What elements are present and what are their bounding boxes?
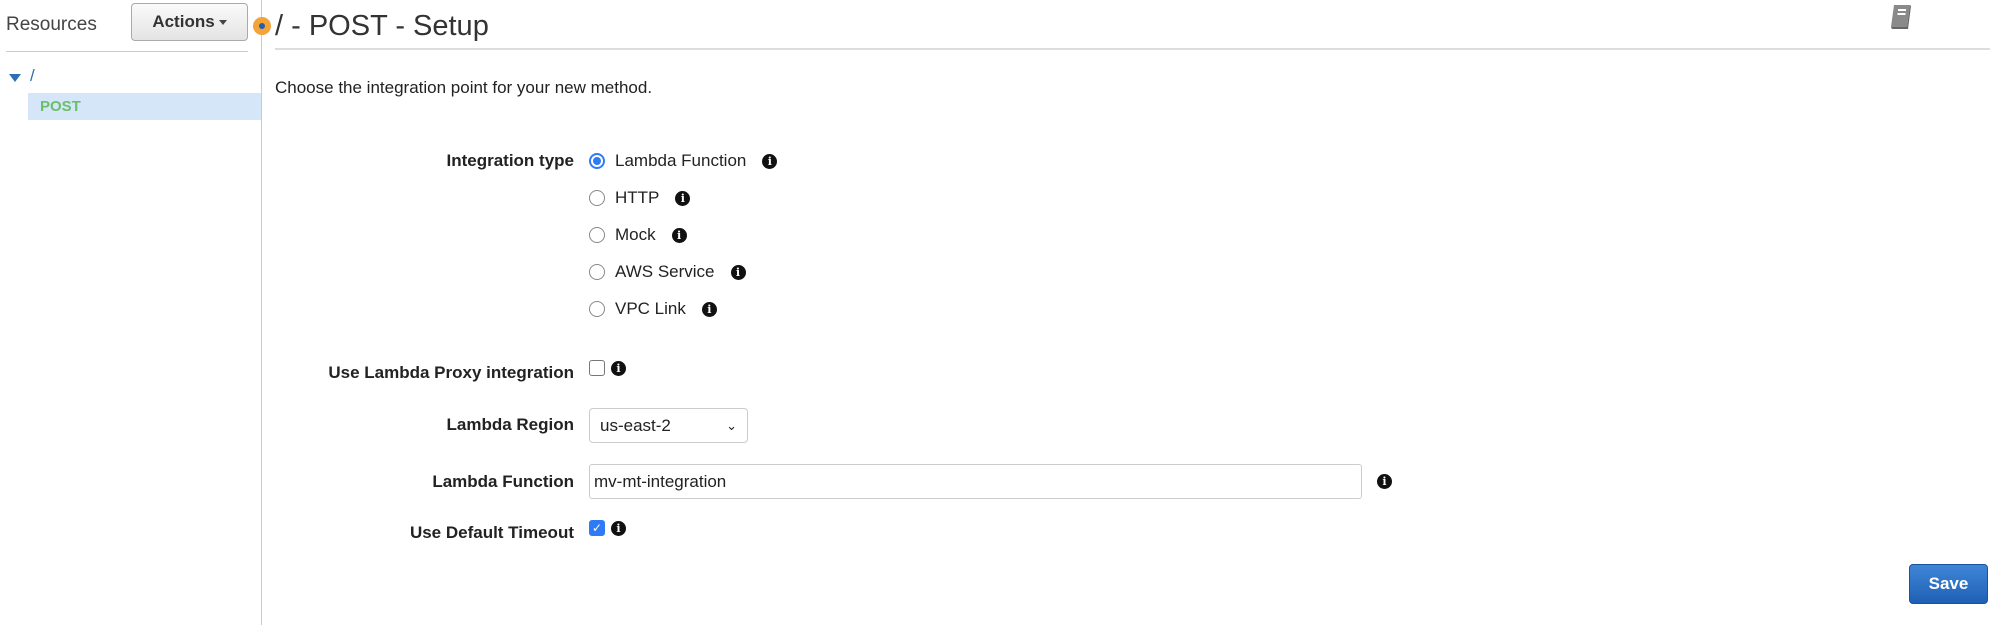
chevron-down-icon: ⌄ [726, 417, 737, 433]
function-label: Lambda Function [432, 472, 574, 491]
tree-item-root[interactable]: / [30, 66, 35, 86]
info-icon[interactable]: i [671, 227, 687, 243]
proxy-checkbox[interactable] [589, 360, 605, 376]
input-value: mv-mt-integration [594, 471, 727, 491]
radio-button[interactable] [589, 301, 605, 317]
radio-button[interactable] [589, 190, 605, 206]
radio-aws-service[interactable]: AWS Service i [589, 262, 746, 282]
divider [6, 51, 248, 52]
panel-resize-handle[interactable] [261, 0, 262, 625]
region-select[interactable]: us-east-2 ⌄ [589, 408, 748, 443]
timeout-checkbox[interactable]: ✓ [589, 520, 605, 536]
collapse-handle-icon[interactable] [253, 17, 271, 35]
header-divider [275, 48, 1990, 50]
info-icon[interactable]: i [701, 301, 717, 317]
page-title: / - POST - Setup [275, 10, 489, 42]
radio-vpc-link[interactable]: VPC Link i [589, 299, 717, 319]
radio-button[interactable] [589, 264, 605, 280]
region-value: us-east-2 [600, 415, 671, 435]
actions-label: Actions [152, 12, 215, 31]
radio-button[interactable] [589, 153, 605, 169]
info-icon[interactable]: i [730, 264, 746, 280]
radio-mock[interactable]: Mock i [589, 225, 687, 245]
region-label: Lambda Region [446, 415, 574, 434]
caret-down-icon [218, 19, 227, 25]
radio-label: Lambda Function [615, 151, 747, 170]
info-icon[interactable]: i [762, 153, 778, 169]
book-icon[interactable] [1889, 4, 1913, 30]
info-icon[interactable]: i [675, 190, 691, 206]
resources-title: Resources [6, 14, 97, 35]
actions-button[interactable]: Actions [131, 3, 248, 41]
tree-item-post-label[interactable]: POST [40, 98, 81, 115]
integration-type-label: Integration type [446, 151, 574, 170]
info-icon[interactable]: i [1377, 474, 1392, 489]
radio-http[interactable]: HTTP i [589, 188, 691, 208]
radio-label: AWS Service [615, 262, 715, 281]
info-icon[interactable]: i [611, 520, 626, 536]
intro-text: Choose the integration point for your ne… [275, 78, 653, 97]
radio-label: HTTP [615, 188, 660, 207]
expand-triangle-icon[interactable] [9, 74, 21, 82]
timeout-label: Use Default Timeout [409, 523, 574, 542]
save-button[interactable]: Save [1909, 564, 1988, 604]
proxy-label: Use Lambda Proxy integration [328, 363, 574, 382]
info-icon[interactable]: i [611, 360, 626, 376]
radio-lambda-function[interactable]: Lambda Function i [589, 151, 778, 171]
lambda-function-input[interactable]: mv-mt-integration [589, 464, 1362, 499]
radio-button[interactable] [589, 227, 605, 243]
radio-label: Mock [615, 225, 656, 244]
radio-label: VPC Link [615, 299, 686, 318]
